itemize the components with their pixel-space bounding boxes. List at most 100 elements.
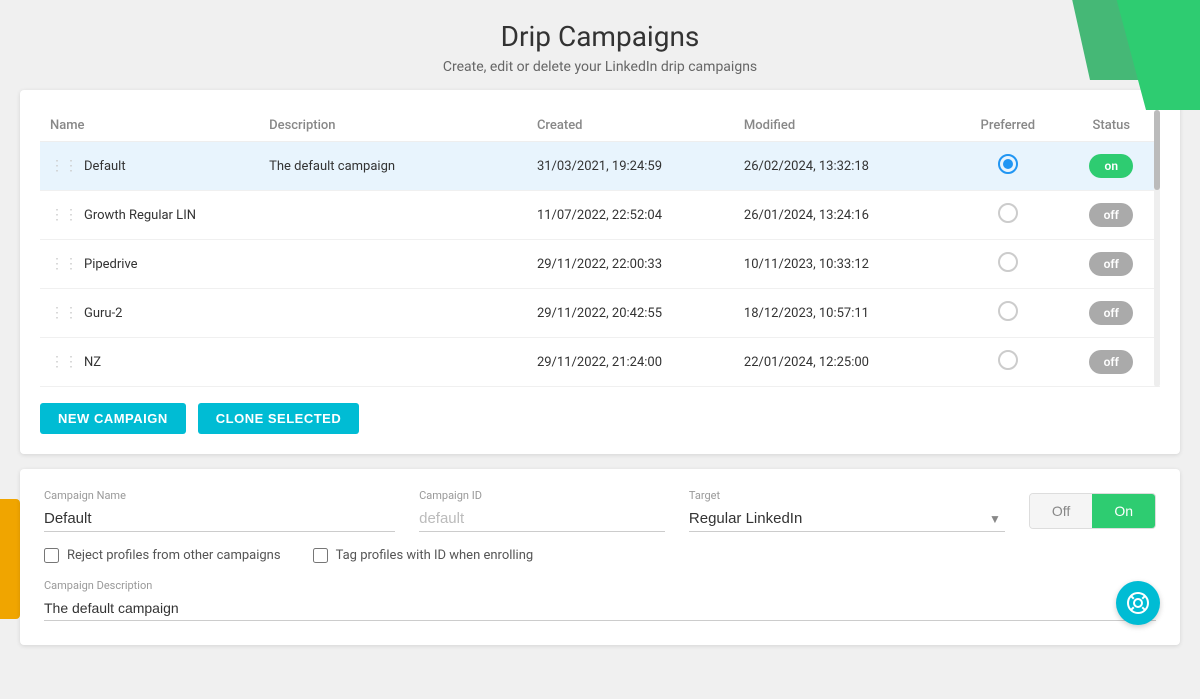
campaign-description-group: Campaign Description — [44, 579, 1156, 621]
col-description: Description — [259, 110, 527, 142]
table-actions: NEW CAMPAIGN CLONE SELECTED — [40, 403, 1160, 434]
drag-handle-icon[interactable]: ⋮⋮ — [50, 354, 78, 370]
row-name-cell: ⋮⋮ Default — [40, 142, 259, 191]
target-select-wrapper: Regular LinkedIn Sales Navigator Recruit… — [689, 506, 1005, 532]
preferred-radio[interactable] — [998, 154, 1018, 174]
lifebuoy-icon — [1126, 591, 1150, 615]
row-created: 31/03/2021, 19:24:59 — [527, 142, 734, 191]
row-modified: 18/12/2023, 10:57:11 — [734, 289, 953, 338]
row-name: Default — [84, 159, 126, 174]
new-campaign-button[interactable]: NEW CAMPAIGN — [40, 403, 186, 434]
row-status[interactable]: off — [1063, 338, 1160, 387]
page-title: Drip Campaigns — [0, 20, 1200, 53]
row-description: The default campaign — [259, 142, 527, 191]
tag-profiles-checkbox-label[interactable]: Tag profiles with ID when enrolling — [313, 548, 534, 563]
reject-profiles-checkbox-label[interactable]: Reject profiles from other campaigns — [44, 548, 281, 563]
row-created: 29/11/2022, 20:42:55 — [527, 289, 734, 338]
preferred-radio[interactable] — [998, 301, 1018, 321]
row-status[interactable]: on — [1063, 142, 1160, 191]
col-modified: Modified — [734, 110, 953, 142]
table-body: ⋮⋮ Default The default campaign 31/03/20… — [40, 142, 1160, 387]
col-created: Created — [527, 110, 734, 142]
checkbox-row: Reject profiles from other campaigns Tag… — [44, 548, 1156, 563]
row-modified: 26/01/2024, 13:24:16 — [734, 191, 953, 240]
col-name: Name — [40, 110, 259, 142]
campaign-description-input[interactable] — [44, 596, 1156, 621]
row-name-cell: ⋮⋮ Growth Regular LIN — [40, 191, 259, 240]
campaigns-table: Name Description Created Modified Prefer… — [40, 110, 1160, 387]
row-created: 29/11/2022, 21:24:00 — [527, 338, 734, 387]
tag-profiles-checkbox[interactable] — [313, 548, 328, 563]
campaign-id-label: Campaign ID — [419, 489, 665, 502]
col-preferred: Preferred — [953, 110, 1063, 142]
campaign-target-group: Target Regular LinkedIn Sales Navigator … — [689, 489, 1005, 532]
table-row[interactable]: ⋮⋮ Guru-2 29/11/2022, 20:42:55 18/12/202… — [40, 289, 1160, 338]
row-name-cell: ⋮⋮ NZ — [40, 338, 259, 387]
reject-profiles-checkbox[interactable] — [44, 548, 59, 563]
drag-handle-icon[interactable]: ⋮⋮ — [50, 305, 78, 321]
row-modified: 22/01/2024, 12:25:00 — [734, 338, 953, 387]
target-label: Target — [689, 489, 1005, 502]
preferred-radio[interactable] — [998, 350, 1018, 370]
form-row-top: Campaign Name Campaign ID Target Regular… — [44, 489, 1156, 532]
campaign-name-label: Campaign Name — [44, 489, 395, 502]
toggle-on-button[interactable]: On — [1092, 494, 1155, 528]
row-description — [259, 240, 527, 289]
row-modified: 26/02/2024, 13:32:18 — [734, 142, 953, 191]
page-header: Drip Campaigns Create, edit or delete yo… — [0, 0, 1200, 90]
row-created: 11/07/2022, 22:52:04 — [527, 191, 734, 240]
campaigns-table-card: Name Description Created Modified Prefer… — [20, 90, 1180, 454]
drag-handle-icon[interactable]: ⋮⋮ — [50, 158, 78, 174]
scrollbar-thumb[interactable] — [1154, 110, 1160, 190]
help-button[interactable] — [1116, 581, 1160, 625]
row-preferred[interactable] — [953, 191, 1063, 240]
row-status[interactable]: off — [1063, 240, 1160, 289]
row-preferred[interactable] — [953, 240, 1063, 289]
row-preferred[interactable] — [953, 338, 1063, 387]
campaign-id-group: Campaign ID — [419, 489, 665, 532]
page-subtitle: Create, edit or delete your LinkedIn dri… — [0, 59, 1200, 75]
row-created: 29/11/2022, 22:00:33 — [527, 240, 734, 289]
drag-handle-icon[interactable]: ⋮⋮ — [50, 256, 78, 272]
status-toggle[interactable]: off — [1089, 252, 1133, 276]
scrollbar-track[interactable] — [1154, 110, 1160, 387]
campaign-name-input[interactable] — [44, 506, 395, 532]
status-toggle[interactable]: off — [1089, 203, 1133, 227]
row-name-cell: ⋮⋮ Pipedrive — [40, 240, 259, 289]
row-description — [259, 289, 527, 338]
col-status: Status — [1063, 110, 1160, 142]
status-toggle[interactable]: off — [1089, 350, 1133, 374]
status-toggle[interactable]: off — [1089, 301, 1133, 325]
preferred-radio[interactable] — [998, 252, 1018, 272]
table-header: Name Description Created Modified Prefer… — [40, 110, 1160, 142]
tag-profiles-text: Tag profiles with ID when enrolling — [336, 548, 534, 563]
row-name: Growth Regular LIN — [84, 208, 196, 223]
left-decoration — [0, 499, 20, 619]
row-description — [259, 191, 527, 240]
reject-profiles-text: Reject profiles from other campaigns — [67, 548, 281, 563]
target-select[interactable]: Regular LinkedIn Sales Navigator Recruit… — [689, 506, 1005, 531]
row-preferred[interactable] — [953, 142, 1063, 191]
campaign-name-group: Campaign Name — [44, 489, 395, 532]
preferred-radio[interactable] — [998, 203, 1018, 223]
drag-handle-icon[interactable]: ⋮⋮ — [50, 207, 78, 223]
toggle-off-button[interactable]: Off — [1030, 494, 1092, 528]
row-description — [259, 338, 527, 387]
status-toggle[interactable]: on — [1089, 154, 1133, 178]
row-modified: 10/11/2023, 10:33:12 — [734, 240, 953, 289]
campaign-detail-card: Campaign Name Campaign ID Target Regular… — [20, 469, 1180, 645]
table-row[interactable]: ⋮⋮ NZ 29/11/2022, 21:24:00 22/01/2024, 1… — [40, 338, 1160, 387]
row-preferred[interactable] — [953, 289, 1063, 338]
row-name: Guru-2 — [84, 306, 123, 321]
table-row[interactable]: ⋮⋮ Default The default campaign 31/03/20… — [40, 142, 1160, 191]
table-row[interactable]: ⋮⋮ Pipedrive 29/11/2022, 22:00:33 10/11/… — [40, 240, 1160, 289]
campaign-id-input[interactable] — [419, 506, 665, 532]
row-status[interactable]: off — [1063, 289, 1160, 338]
clone-selected-button[interactable]: CLONE SELECTED — [198, 403, 359, 434]
on-off-toggle-group: Off On — [1029, 493, 1156, 529]
row-name-cell: ⋮⋮ Guru-2 — [40, 289, 259, 338]
campaign-description-label: Campaign Description — [44, 579, 1156, 592]
main-content: Name Description Created Modified Prefer… — [0, 90, 1200, 645]
table-row[interactable]: ⋮⋮ Growth Regular LIN 11/07/2022, 22:52:… — [40, 191, 1160, 240]
row-status[interactable]: off — [1063, 191, 1160, 240]
